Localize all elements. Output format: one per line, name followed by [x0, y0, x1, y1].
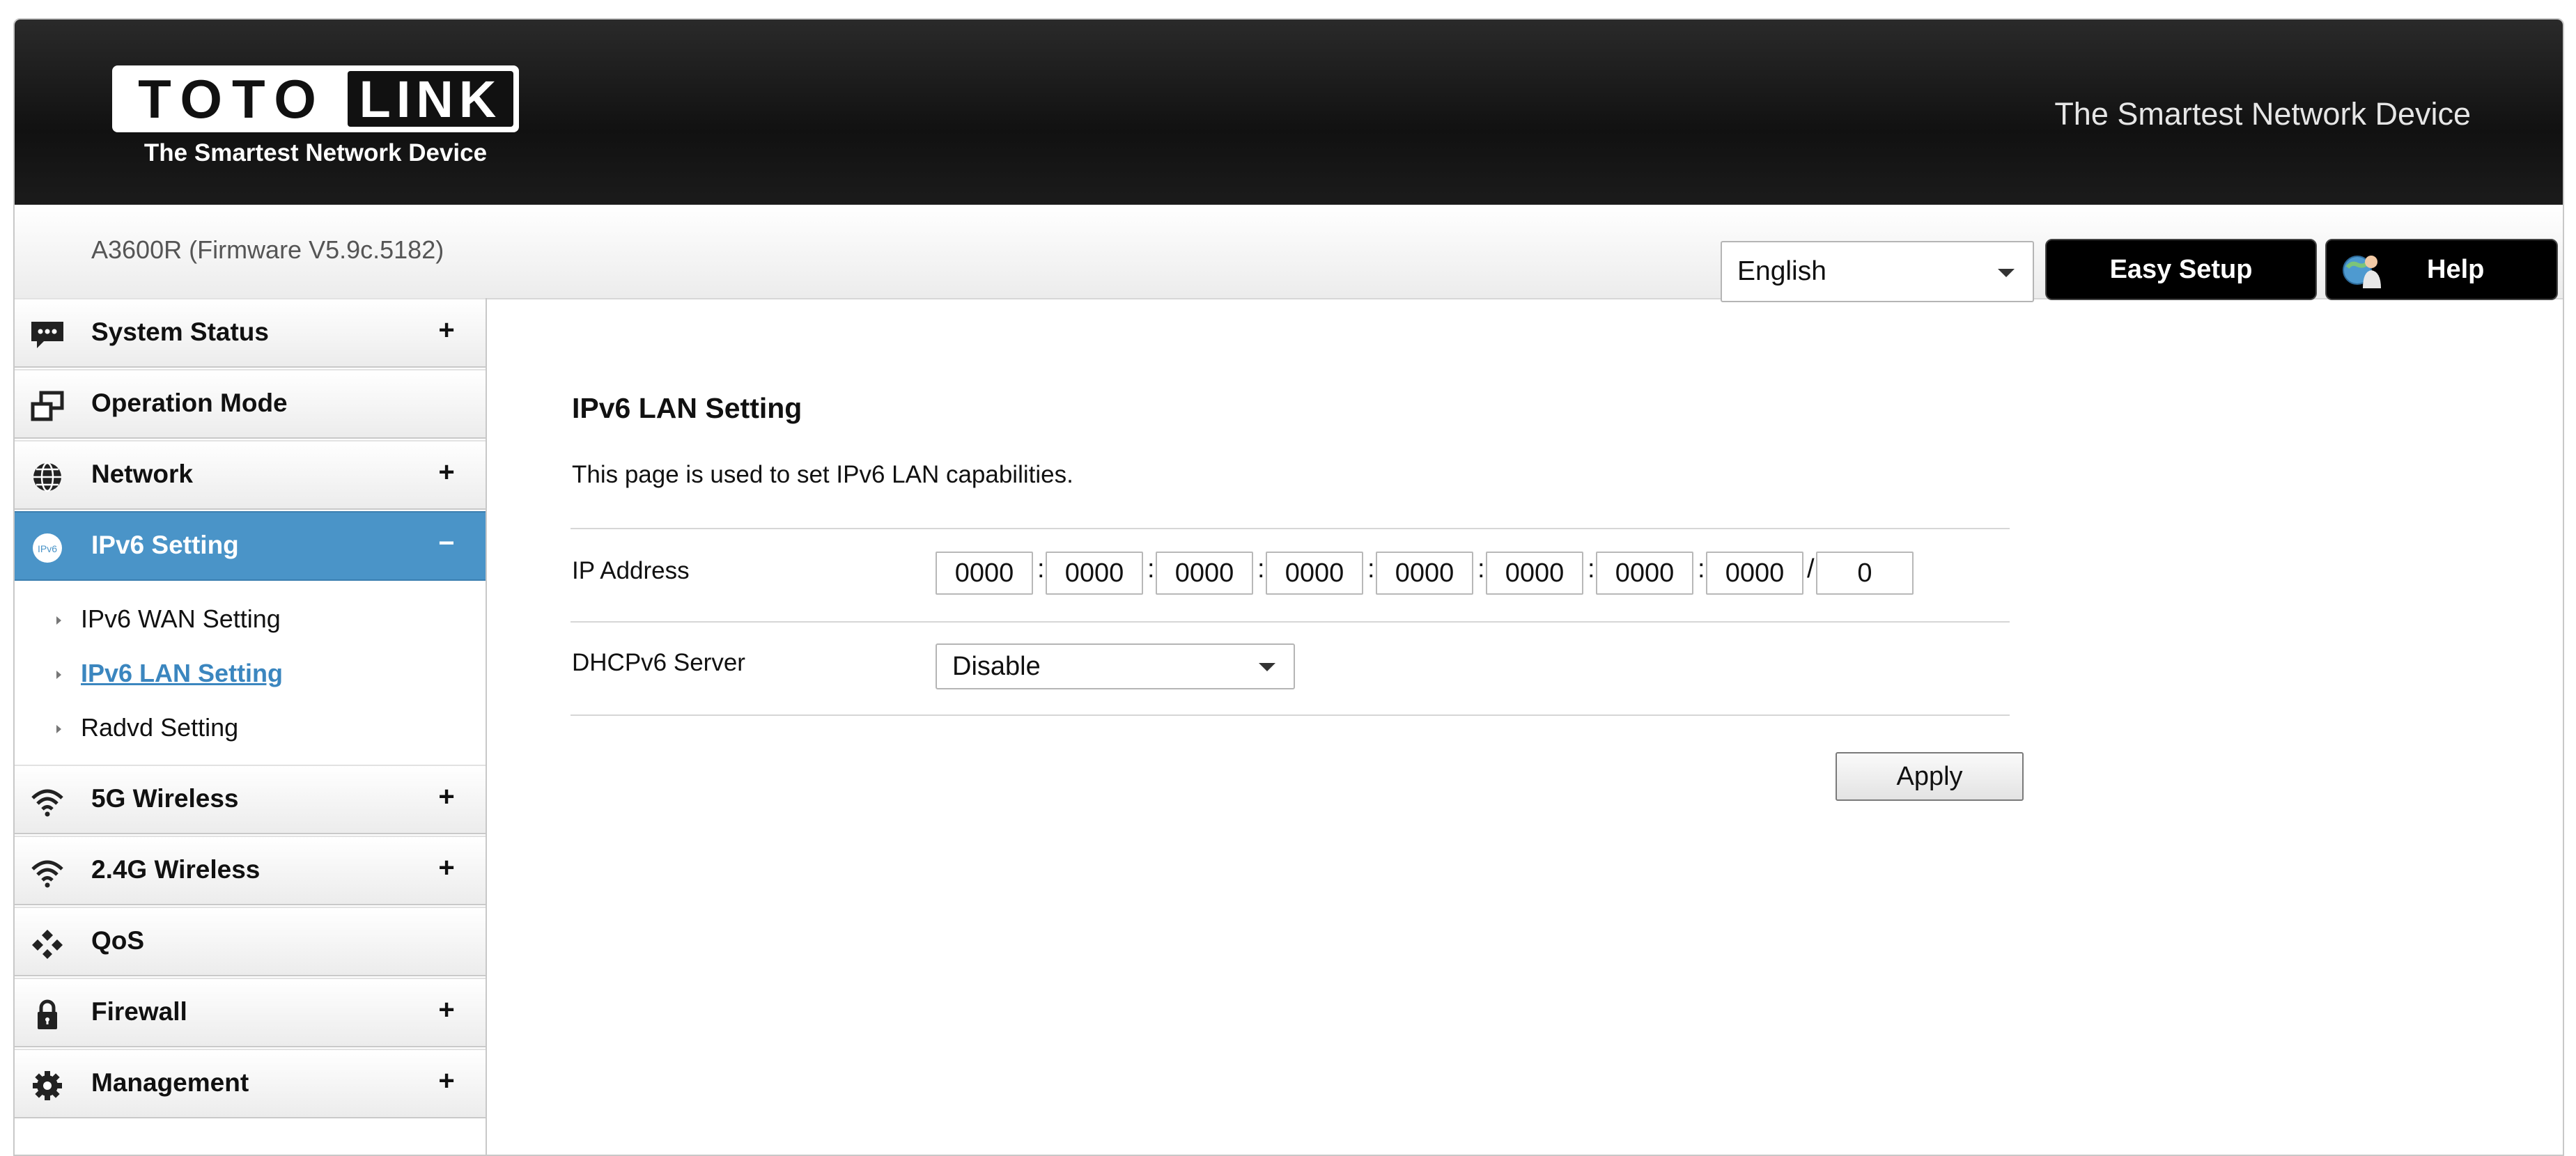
language-select[interactable]: English [1721, 241, 2034, 302]
router-admin-window: TOTO LINK The Smartest Network Device Th… [13, 18, 2564, 1156]
prefix-length-input[interactable]: 0 [1816, 552, 1914, 595]
dhcpv6-server-select[interactable]: Disable [936, 643, 1295, 689]
ip-separator: : [1037, 554, 1045, 584]
wifi-icon [31, 789, 63, 817]
page-description: This page is used to set IPv6 LAN capabi… [572, 461, 1073, 488]
windows-icon [31, 391, 64, 421]
divider [571, 528, 2010, 529]
bullet-icon [56, 616, 61, 625]
logo-text-link: LINK [348, 70, 513, 128]
svg-text:IPv6: IPv6 [38, 543, 57, 554]
dhcpv6-server-value: Disable [952, 651, 1041, 681]
menu-item-management[interactable]: Management + [15, 1049, 486, 1118]
menu-item-qos[interactable]: QoS [15, 907, 486, 976]
ip-separator: : [1367, 554, 1375, 584]
menu-label: Network [91, 460, 193, 488]
menu-item-network[interactable]: Network + [15, 440, 486, 510]
divider [571, 714, 2010, 716]
chevron-down-icon [1259, 663, 1275, 671]
easy-setup-button[interactable]: Easy Setup [2045, 239, 2317, 300]
help-person-icon [2343, 256, 2381, 288]
logo-text-toto: TOTO [138, 68, 326, 130]
bullet-icon [56, 671, 61, 680]
prefix-separator: / [1807, 554, 1815, 584]
menu-label: QoS [91, 926, 145, 955]
collapse-icon: − [438, 528, 455, 559]
ipv6-icon: IPv6 [33, 533, 62, 563]
ip-address-label: IP Address [572, 557, 690, 584]
ip-segment-1-input[interactable]: 0000 [936, 552, 1033, 595]
help-label: Help [2427, 254, 2485, 284]
toolbar: A3600R (Firmware V5.9c.5182) English Eas… [15, 205, 2563, 302]
chevron-down-icon [1998, 269, 2015, 277]
gear-icon [33, 1071, 62, 1100]
ip-separator: : [1257, 554, 1265, 584]
ip-segment-6-input[interactable]: 0000 [1486, 552, 1583, 595]
model-firmware-label: A3600R (Firmware V5.9c.5182) [91, 235, 444, 264]
globe-icon [33, 462, 61, 492]
menu-label: 2.4G Wireless [91, 855, 261, 884]
ip-segment-2-input[interactable]: 0000 [1046, 552, 1143, 595]
expand-icon: + [438, 457, 455, 487]
menu-item-5g-wireless[interactable]: 5G Wireless + [15, 765, 486, 834]
submenu-ipv6-wan-setting[interactable]: IPv6 WAN Setting [56, 604, 281, 653]
menu-label: Operation Mode [91, 389, 288, 417]
apply-label: Apply [1896, 761, 1963, 791]
ip-segment-5-input[interactable]: 0000 [1376, 552, 1473, 595]
ip-segment-3-input[interactable]: 0000 [1156, 552, 1253, 595]
language-value: English [1737, 256, 1826, 286]
menu-label: IPv6 Setting [91, 531, 239, 559]
ip-separator: : [1147, 554, 1155, 584]
easy-setup-label: Easy Setup [2109, 254, 2253, 284]
ip-separator: : [1477, 554, 1485, 584]
submenu-label: IPv6 WAN Setting [81, 604, 281, 633]
ip-separator: : [1588, 554, 1595, 584]
chat-bubble-icon [31, 322, 63, 348]
apply-button[interactable]: Apply [1836, 752, 2024, 801]
sidebar-menu: System Status + Operation Mode Network + [15, 298, 487, 1155]
expand-icon: + [438, 994, 455, 1025]
menu-label: Management [91, 1068, 249, 1097]
menu-item-firewall[interactable]: Firewall + [15, 978, 486, 1047]
qos-icon [32, 930, 63, 959]
submenu-ipv6-lan-setting[interactable]: IPv6 LAN Setting [56, 659, 283, 708]
wifi-icon [31, 860, 63, 888]
expand-icon: + [438, 315, 455, 345]
header-bar: TOTO LINK The Smartest Network Device Th… [15, 19, 2563, 205]
menu-item-ipv6-setting[interactable]: IPv6 IPv6 Setting − [15, 511, 486, 581]
ip-segment-8-input[interactable]: 0000 [1706, 552, 1803, 595]
menu-item-system-status[interactable]: System Status + [15, 298, 486, 368]
ip-separator: : [1698, 554, 1705, 584]
ip-segment-7-input[interactable]: 0000 [1596, 552, 1693, 595]
expand-icon: + [438, 852, 455, 883]
divider [571, 621, 2010, 623]
main-content: IPv6 LAN Setting This page is used to se… [486, 298, 2563, 1155]
ip-segment-4-input[interactable]: 0000 [1266, 552, 1363, 595]
expand-icon: + [438, 781, 455, 812]
expand-icon: + [438, 1065, 455, 1096]
menu-item-2-4g-wireless[interactable]: 2.4G Wireless + [15, 836, 486, 905]
menu-label: Firewall [91, 997, 187, 1026]
help-button[interactable]: Help [2325, 239, 2558, 300]
header-slogan: The Smartest Network Device [2054, 96, 2471, 132]
bullet-icon [56, 725, 61, 734]
dhcpv6-server-label: DHCPv6 Server [572, 649, 745, 676]
page-title: IPv6 LAN Setting [572, 392, 802, 424]
menu-item-operation-mode[interactable]: Operation Mode [15, 369, 486, 439]
logo-tagline: The Smartest Network Device [143, 139, 488, 166]
lock-icon [38, 999, 57, 1029]
submenu-label: Radvd Setting [81, 713, 239, 742]
menu-label: 5G Wireless [91, 784, 239, 813]
menu-label: System Status [91, 318, 269, 346]
submenu-radvd-setting[interactable]: Radvd Setting [56, 713, 238, 762]
submenu-label: IPv6 LAN Setting [81, 659, 284, 687]
